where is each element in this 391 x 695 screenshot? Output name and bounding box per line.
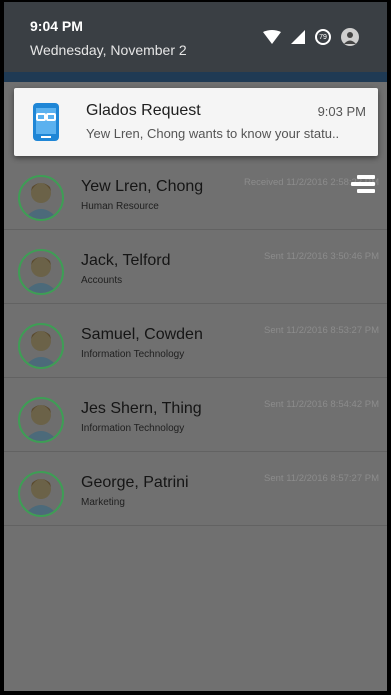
contact-avatar (18, 323, 64, 369)
user-icon (344, 32, 356, 44)
notification-text: Yew Lren, Chong wants to know your statu… (86, 126, 340, 141)
notification-title: Glados Request (86, 102, 201, 119)
contact-avatar (18, 175, 64, 221)
contact-department: Marketing (81, 497, 125, 508)
contact-avatar (18, 249, 64, 295)
phone-screen: 9:04 PM Wednesday, November 2 79 Glados … (4, 2, 387, 691)
contact-name: Samuel, Cowden (81, 326, 203, 343)
notification-card[interactable]: Glados Request 9:03 PM Yew Lren, Chong w… (14, 88, 378, 156)
contact-list: Yew Lren, Chong Human Resource Received … (4, 156, 387, 526)
status-date: Wednesday, November 2 (30, 42, 187, 58)
contact-row[interactable]: George, Patrini Marketing Sent 11/2/2016… (4, 452, 387, 526)
person-icon (24, 479, 58, 515)
profile-avatar[interactable] (341, 28, 359, 46)
contact-timestamp: Sent 11/2/2016 3:50:46 PM (264, 251, 379, 262)
cellular-icon (291, 30, 305, 44)
status-icons: 79 (263, 28, 359, 46)
notification-time: 9:03 PM (317, 104, 366, 119)
notification-shade-header: 9:04 PM Wednesday, November 2 79 (4, 2, 387, 72)
person-icon (24, 183, 58, 219)
contact-timestamp: Sent 11/2/2016 8:57:27 PM (264, 473, 379, 484)
person-icon (24, 405, 58, 441)
person-icon (24, 257, 58, 293)
glados-app-icon (30, 102, 62, 142)
contact-timestamp: Sent 11/2/2016 8:54:42 PM (264, 399, 379, 410)
wifi-icon (263, 30, 281, 44)
person-icon (24, 331, 58, 367)
battery-icon: 79 (315, 29, 331, 45)
battery-level: 79 (319, 33, 327, 41)
contact-department: Information Technology (81, 423, 185, 434)
contact-department: Accounts (81, 275, 123, 286)
contact-timestamp: Sent 11/2/2016 8:53:27 PM (264, 325, 379, 336)
contact-name: Jes Shern, Thing (81, 400, 202, 417)
status-time: 9:04 PM (30, 18, 83, 34)
contact-department: Human Resource (81, 201, 159, 212)
contact-row[interactable]: Samuel, Cowden Information Technology Se… (4, 304, 387, 378)
contact-row[interactable]: Yew Lren, Chong Human Resource Received … (4, 156, 387, 230)
contact-name: Yew Lren, Chong (81, 178, 204, 195)
contact-avatar (18, 397, 64, 443)
contact-name: George, Patrini (81, 474, 189, 491)
contact-avatar (18, 471, 64, 517)
contact-department: Information Technology (81, 349, 185, 360)
menu-icon[interactable] (349, 175, 377, 199)
contact-row[interactable]: Jes Shern, Thing Information Technology … (4, 378, 387, 452)
contact-name: Jack, Telford (81, 252, 171, 269)
contact-row[interactable]: Jack, Telford Accounts Sent 11/2/2016 3:… (4, 230, 387, 304)
